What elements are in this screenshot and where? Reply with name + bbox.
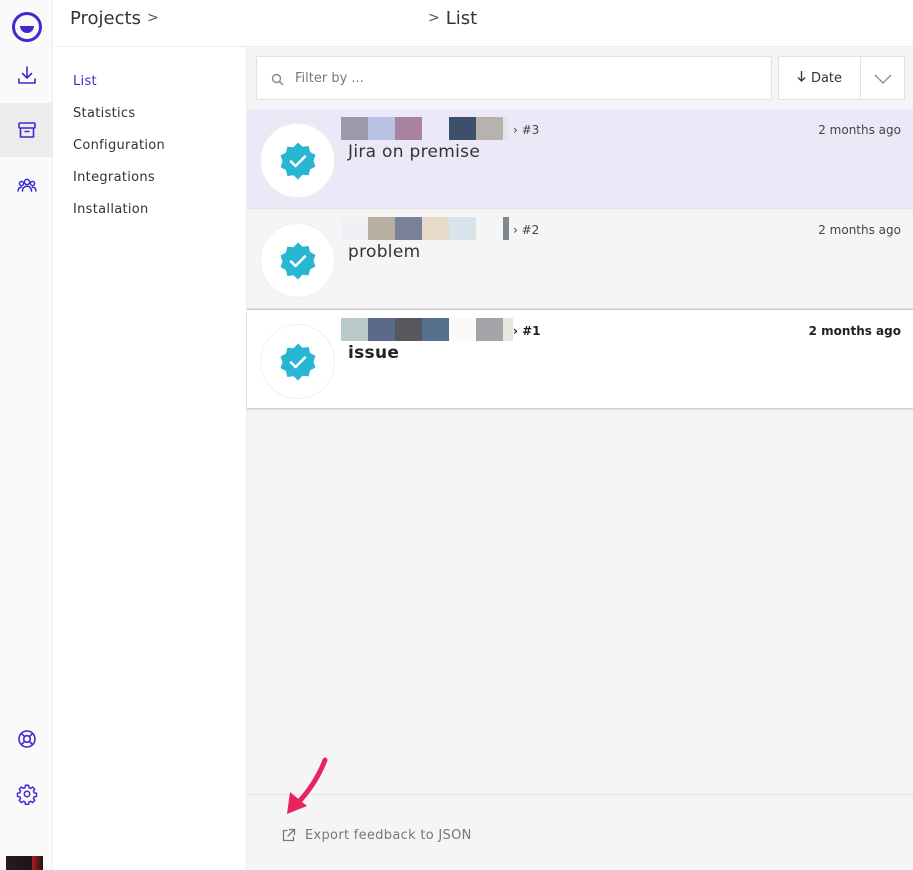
sidebar-item-installation[interactable]: Installation — [73, 202, 149, 217]
chevron-right-icon: > — [146, 10, 159, 26]
feedback-ref: › #2 — [513, 223, 540, 237]
feedback-ref: › #1 — [513, 324, 541, 338]
export-json-button[interactable]: Export feedback to JSON — [281, 828, 472, 843]
sort-dropdown-button[interactable] — [860, 56, 905, 100]
top-header: Projects > > List — [54, 0, 913, 47]
annotation-arrow-icon — [287, 757, 328, 814]
arrow-down-icon — [797, 70, 806, 86]
logo-icon[interactable] — [0, 0, 53, 54]
users-icon[interactable] — [0, 158, 53, 212]
redacted-project-name — [341, 117, 508, 140]
avatar[interactable] — [6, 856, 43, 870]
feedback-title: problem — [348, 242, 421, 262]
feedback-age: 2 months ago — [808, 324, 901, 338]
redacted-project-name — [341, 318, 513, 341]
help-icon[interactable] — [0, 712, 53, 766]
external-link-icon — [282, 828, 296, 842]
inbox-icon[interactable] — [0, 103, 53, 157]
verified-badge-icon — [260, 223, 335, 298]
feedback-row[interactable]: › #2 2 months ago problem — [247, 209, 913, 309]
icon-rail — [0, 0, 53, 870]
settings-icon[interactable] — [0, 767, 53, 821]
sidebar-item-integrations[interactable]: Integrations — [73, 170, 155, 185]
breadcrumb-list: > List — [422, 8, 477, 29]
verified-badge-icon — [260, 123, 335, 198]
feedback-row[interactable]: › #3 2 months ago Jira on premise — [247, 109, 913, 209]
sidebar-item-statistics[interactable]: Statistics — [73, 106, 135, 121]
breadcrumb-projects-label[interactable]: Projects — [70, 8, 141, 29]
feedback-title: Jira on premise — [348, 142, 481, 162]
export-json-label: Export feedback to JSON — [305, 828, 472, 843]
redacted-project-name — [341, 217, 509, 240]
search-box[interactable] — [256, 56, 772, 100]
feedback-row[interactable]: › #1 2 months ago issue — [247, 309, 913, 409]
sort-date-button[interactable]: Date — [778, 56, 861, 100]
breadcrumb-projects[interactable]: Projects > — [70, 8, 165, 29]
chevron-down-icon — [874, 69, 892, 88]
sidebar-item-configuration[interactable]: Configuration — [73, 138, 165, 153]
download-icon[interactable] — [0, 48, 53, 102]
sort-date-label: Date — [810, 70, 843, 86]
search-input[interactable] — [295, 66, 755, 90]
feedback-age: 2 months ago — [818, 223, 901, 237]
sidebar-item-list[interactable]: List — [73, 74, 97, 89]
feedback-list: › #3 2 months ago Jira on premise › #2 2… — [247, 109, 913, 409]
feedback-title: issue — [348, 343, 400, 363]
verified-badge-icon — [260, 324, 335, 399]
list-toolbar: Date — [247, 47, 913, 109]
project-sidebar: List Statistics Configuration Integratio… — [54, 47, 247, 870]
breadcrumb-list-label: List — [445, 8, 478, 29]
list-footer: Export feedback to JSON — [247, 794, 913, 870]
feedback-ref: › #3 — [513, 123, 540, 137]
chevron-right-icon: > — [428, 10, 440, 26]
search-icon — [271, 71, 284, 90]
main-content: Date › #3 2 months ago Jira on premise — [247, 47, 913, 870]
feedback-age: 2 months ago — [818, 123, 901, 137]
